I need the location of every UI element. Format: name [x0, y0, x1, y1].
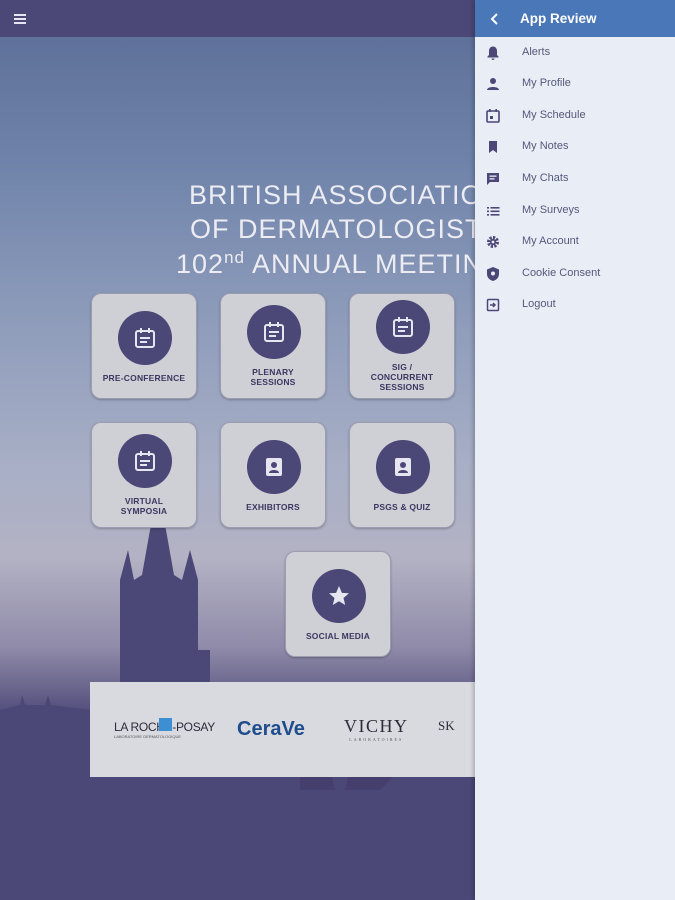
menu-item-my-account[interactable]: My Account — [475, 227, 675, 257]
tile-sig-concurrent-sessions[interactable]: SIG / CONCURRENT SESSIONS — [349, 293, 455, 399]
sponsor-vichy-subtitle: LABORATOIRES — [349, 737, 404, 742]
menu-item-label: My Surveys — [522, 204, 580, 216]
la-roche-posay-logo-square — [159, 718, 172, 731]
event-title-line-3: 102nd ANNUAL MEETING — [176, 248, 505, 280]
menu-item-my-surveys[interactable]: My Surveys — [475, 196, 675, 226]
menu-item-label: Cookie Consent — [522, 267, 601, 279]
sponsor-banner: LA ROCHE-POSAY LABORATOIRE DERMATOLOGIQU… — [90, 682, 490, 777]
sponsor-skin[interactable]: SK — [438, 718, 455, 734]
meeting-number: 102 — [176, 249, 225, 279]
star-icon — [329, 586, 349, 605]
person-icon — [487, 78, 499, 90]
menu-item-label: Logout — [522, 298, 556, 310]
tile-plenary-sessions[interactable]: PLENARY SESSIONS — [220, 293, 326, 399]
tile-virtual-symposia[interactable]: VIRTUAL SYMPOSIA — [91, 422, 197, 528]
gear-icon — [487, 236, 499, 248]
tile-icon-circle — [376, 300, 430, 354]
drawer-title: App Review — [520, 11, 597, 26]
menu-item-label: My Profile — [522, 77, 571, 89]
tile-label: PSGS & QUIZ — [373, 502, 431, 512]
event-title-line-1: BRITISH ASSOCIATION — [189, 180, 504, 210]
menu-item-label: My Chats — [522, 172, 569, 184]
menu-item-label: My Notes — [522, 140, 569, 152]
event-title-line-2: OF DERMATOLOGISTS — [190, 214, 502, 244]
tile-psgs-quiz[interactable]: PSGS & QUIZ — [349, 422, 455, 528]
tile-social-media[interactable]: SOCIAL MEDIA — [285, 551, 391, 657]
chevron-left-icon[interactable] — [485, 9, 503, 29]
chat-icon — [487, 173, 499, 185]
sponsor-vichy[interactable]: VICHY LABORATOIRES — [344, 716, 409, 742]
list-icon — [487, 207, 500, 216]
menu-item-my-profile[interactable]: My Profile — [475, 69, 675, 99]
sponsor-laroche-subtitle: LABORATOIRE DERMATOLOGIQUE — [114, 734, 182, 739]
tile-label: SOCIAL MEDIA — [305, 631, 371, 641]
calendar-icon — [486, 109, 500, 123]
tile-icon-circle — [247, 440, 301, 494]
menu-item-label: My Account — [522, 235, 579, 247]
menu-item-label: My Schedule — [522, 109, 586, 121]
tile-label: EXHIBITORS — [246, 502, 300, 512]
menu-item-cookie-consent[interactable]: Cookie Consent — [475, 259, 675, 289]
menu-item-my-chats[interactable]: My Chats — [475, 164, 675, 194]
drawer-header: App Review — [475, 0, 675, 37]
meeting-ordinal: nd — [224, 248, 245, 267]
tile-icon-circle — [247, 305, 301, 359]
calendar-icon — [135, 328, 155, 348]
logout-icon — [486, 298, 500, 312]
tile-icon-circle — [118, 434, 172, 488]
tile-label: VIRTUAL SYMPOSIA — [120, 496, 168, 516]
tile-icon-circle — [312, 569, 366, 623]
bookmark-icon — [489, 141, 497, 153]
tile-exhibitors[interactable]: EXHIBITORS — [220, 422, 326, 528]
sponsor-vichy-name: VICHY — [344, 716, 409, 736]
calendar-icon — [393, 317, 413, 337]
bell-icon — [487, 46, 499, 60]
sponsor-cerave[interactable]: CeraVe — [237, 718, 305, 741]
calendar-icon — [135, 451, 155, 471]
shield-icon — [487, 267, 499, 281]
menu-item-logout[interactable]: Logout — [475, 290, 675, 320]
badge-icon — [266, 458, 282, 476]
tile-label: PRE-CONFERENCE — [102, 373, 186, 383]
menu-item-alerts[interactable]: Alerts — [475, 38, 675, 68]
menu-item-my-schedule[interactable]: My Schedule — [475, 101, 675, 131]
tile-icon-circle — [376, 440, 430, 494]
meeting-name: ANNUAL MEETING — [244, 249, 506, 279]
calendar-icon — [264, 322, 284, 342]
tile-icon-circle — [118, 311, 172, 365]
hamburger-menu-icon[interactable] — [10, 9, 30, 29]
menu-item-label: Alerts — [522, 46, 551, 58]
tile-label: SIG / CONCURRENT SESSIONS — [370, 362, 434, 392]
tile-label: PLENARY SESSIONS — [250, 367, 296, 387]
menu-item-my-notes[interactable]: My Notes — [475, 132, 675, 162]
navigation-drawer: App Review Alerts My Profile My Schedule… — [475, 0, 675, 900]
badge-icon — [395, 458, 411, 476]
tile-pre-conference[interactable]: PRE-CONFERENCE — [91, 293, 197, 399]
